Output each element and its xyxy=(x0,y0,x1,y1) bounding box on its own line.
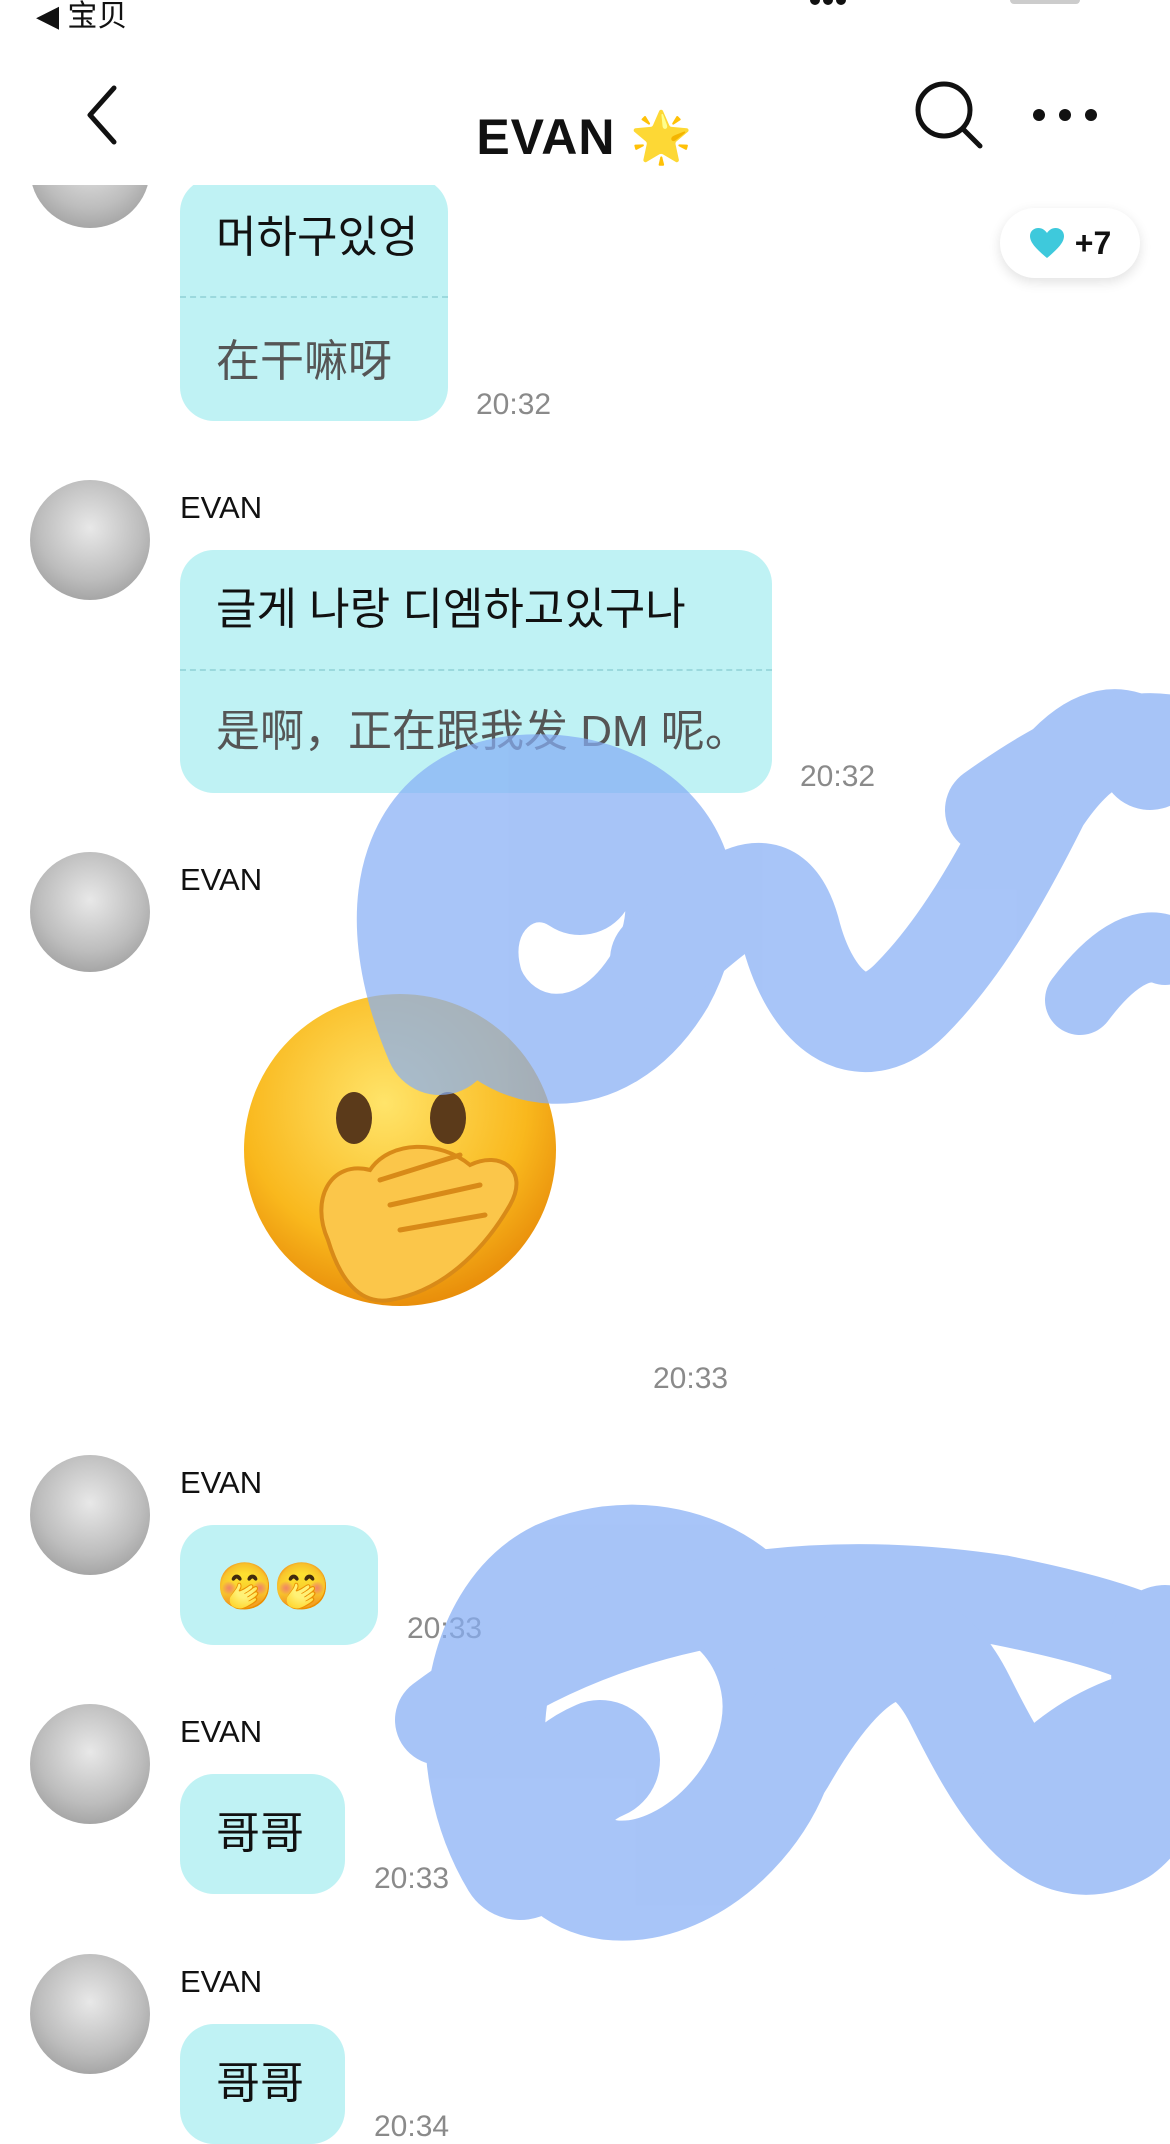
chat-header: EVAN 🌟 xyxy=(0,40,1170,185)
status-back-link[interactable]: ◀ 宝贝 xyxy=(36,0,127,34)
heart-icon xyxy=(1029,228,1064,258)
sender-name: EVAN xyxy=(180,1714,263,1749)
search-icon xyxy=(915,81,983,149)
message-text-original: 머하구있엉 xyxy=(216,213,419,262)
message-text-original: 글게 나랑 디엠하고있구나 xyxy=(216,585,686,634)
message-text-translation: 是啊，正在跟我发 DM 呢。 xyxy=(216,707,749,756)
avatar[interactable] xyxy=(30,480,150,600)
hand-over-mouth-emoji-icon xyxy=(244,994,556,1306)
message-time: 20:33 xyxy=(374,1862,450,1895)
more-dots-icon xyxy=(1033,109,1097,121)
message-text: 哥哥 xyxy=(216,2059,304,2108)
message-bubble[interactable]: 머하구있엉 在干嘛呀 xyxy=(180,178,448,421)
signal-icon xyxy=(810,0,870,5)
message-bubble[interactable]: 哥哥 xyxy=(180,2024,345,2144)
avatar[interactable] xyxy=(30,1954,150,2074)
sender-name: EVAN xyxy=(180,490,263,525)
sticker-emoji[interactable] xyxy=(240,990,570,1330)
avatar[interactable] xyxy=(30,1455,150,1575)
message-text: 哥哥 xyxy=(216,1809,304,1858)
message-time: 20:32 xyxy=(476,388,552,421)
message-time: 20:32 xyxy=(800,760,876,793)
translation-divider xyxy=(180,296,448,298)
translation-divider xyxy=(180,669,772,671)
message-time: 20:34 xyxy=(374,2110,450,2143)
more-button[interactable] xyxy=(1030,98,1100,132)
page-title: EVAN 🌟 xyxy=(476,109,694,165)
status-bar: ◀ 宝贝 xyxy=(0,0,1170,40)
message-bubble[interactable]: 글게 나랑 디엠하고있구나 是啊，正在跟我发 DM 呢。 xyxy=(180,550,772,793)
heart-count: +7 xyxy=(1074,224,1112,261)
message-bubble[interactable]: 哥哥 xyxy=(180,1774,345,1894)
scribble-overlay xyxy=(356,689,1170,1941)
battery-icon xyxy=(1010,0,1080,4)
sender-name: EVAN xyxy=(180,1465,263,1500)
avatar[interactable] xyxy=(30,1704,150,1824)
heart-count-badge[interactable]: +7 xyxy=(1000,208,1140,278)
sender-name: EVAN xyxy=(180,862,263,897)
message-time: 20:33 xyxy=(653,1362,729,1395)
message-time: 20:33 xyxy=(407,1612,483,1645)
message-text-translation: 在干嘛呀 xyxy=(216,337,392,386)
sender-name: EVAN xyxy=(180,1964,263,1999)
message-text: 🤭🤭 xyxy=(216,1560,331,1612)
avatar[interactable] xyxy=(30,852,150,972)
search-button[interactable] xyxy=(912,78,986,152)
message-bubble[interactable]: 🤭🤭 xyxy=(180,1525,378,1645)
